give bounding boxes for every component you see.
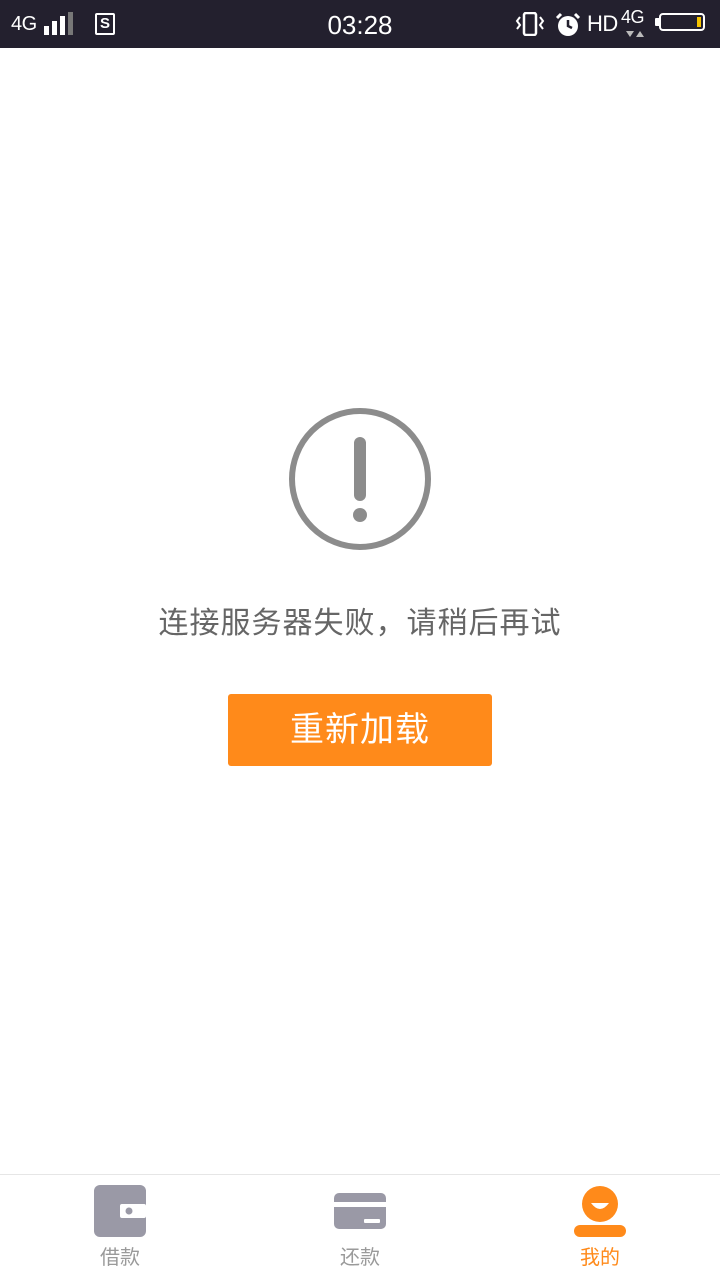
tab-borrow-label: 借款 [100,1245,140,1269]
app-screen: 4G S 03:28 HD 4G 连接服务器失败，请稍后再试 重新加载 借款 还… [0,0,720,1280]
vibrate-icon [515,12,545,36]
battery-level [697,17,701,27]
status-bar: 4G S 03:28 HD 4G [0,0,720,48]
battery-icon [659,13,705,31]
exclamation-circle-icon [289,408,431,550]
tab-mine-label: 我的 [580,1245,620,1269]
hd-indicator: HD [587,11,618,36]
error-message: 连接服务器失败，请稍后再试 [158,606,562,641]
data-arrows-icon [626,31,644,37]
bottom-tab-bar: 借款 还款 我的 [0,1174,720,1280]
tab-repay-label: 还款 [340,1245,380,1269]
wallet-icon [94,1185,146,1237]
profile-icon [574,1186,626,1237]
tab-borrow[interactable]: 借款 [0,1175,240,1280]
network-type-secondary: 4G [621,7,645,27]
card-icon [334,1193,386,1229]
tab-mine[interactable]: 我的 [480,1175,720,1280]
tab-repay[interactable]: 还款 [240,1175,480,1280]
reload-button[interactable]: 重新加载 [228,694,492,766]
alarm-icon [555,12,581,36]
